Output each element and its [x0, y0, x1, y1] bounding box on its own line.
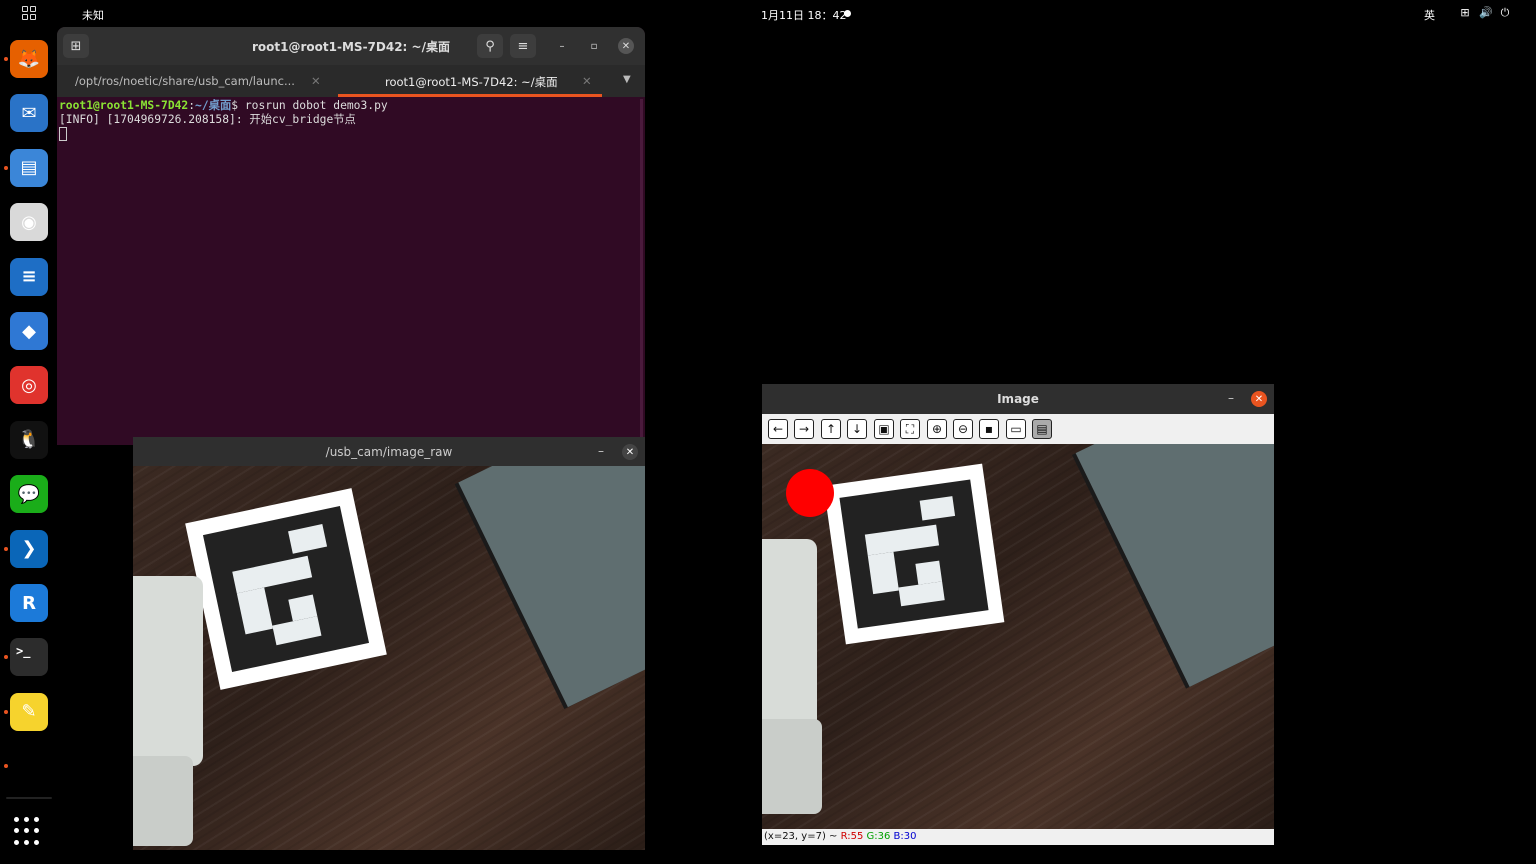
text-cursor [59, 127, 67, 141]
search-icon: ⚲ [485, 38, 495, 54]
close-button[interactable]: ✕ [1251, 391, 1267, 407]
text-editor-icon[interactable]: ✎ [10, 692, 48, 731]
clock[interactable]: 1月11日 18：42 [761, 7, 847, 23]
running-indicator-dot [4, 57, 8, 61]
aruco-marker [185, 488, 387, 690]
zoom-out-icon[interactable]: ⊖ [953, 419, 973, 439]
prompt-end: $ [231, 99, 245, 112]
activities-icon[interactable] [22, 6, 36, 20]
system-tray[interactable]: ⊞ 🔊 ⏻ [1459, 6, 1511, 20]
close-button[interactable]: ✕ [622, 444, 638, 460]
wechat-icon[interactable]: 💬 [10, 475, 48, 514]
tab-label: /opt/ros/noetic/share/usb_cam/launc... [75, 74, 295, 88]
status-green: G:36 [866, 831, 891, 842]
image-window[interactable]: Image – ✕ ← → ↑ ↓ ▣ ⛶ ⊕ ⊖ ▪ ▭ ▤ (x=23, y… [762, 384, 1274, 845]
robot-arm [133, 576, 203, 766]
terminal-scrollbar[interactable] [640, 99, 643, 439]
terminal-output[interactable]: root1@root1-MS-7D42:~/桌面$ rosrun dobot d… [59, 99, 388, 142]
fit-image-icon[interactable]: ▣ [874, 419, 894, 439]
menu-button[interactable]: ≡ [510, 34, 536, 58]
show-applications-icon[interactable] [14, 817, 44, 847]
terminal-header-bar[interactable]: ⊞ root1@root1-MS-7D42: ~/桌面 ⚲ ≡ – ▫ ✕ [57, 27, 645, 65]
thunderbird-icon[interactable]: ✉ [10, 94, 48, 133]
detected-marker-dot [786, 469, 834, 517]
pixel-status-bar: (x=23, y=7) ~ R:55 G:36 B:30 [762, 829, 1274, 845]
notification-dot-icon [844, 10, 851, 17]
window-title: Image [762, 384, 1274, 414]
search-button[interactable]: ⚲ [477, 34, 503, 58]
tab-close-icon[interactable]: ✕ [582, 74, 592, 88]
dock: 🦊 ✉ ▤ ◉ ≡ ◆ ◎ 🐧 💬 ❯ R >_ ✎ [0, 27, 57, 864]
minimize-button[interactable]: – [554, 38, 570, 54]
tab-list-chevron-icon[interactable]: ▼ [623, 74, 631, 85]
status-blue: B:30 [893, 831, 917, 842]
hamburger-menu-icon: ≡ [517, 38, 529, 54]
help-icon[interactable]: ◎ [10, 366, 48, 405]
robot-base [133, 756, 193, 846]
arrow-up-icon[interactable]: ↑ [821, 419, 841, 439]
log-line: [INFO] [1704969726.208158]: 开始cv_bridge节… [59, 113, 356, 126]
running-indicator-dot [4, 655, 8, 660]
status-coords: (x=23, y=7) ~ [764, 831, 841, 842]
volume-icon[interactable]: 🔊 [1479, 6, 1493, 20]
save-icon[interactable]: ▪ [979, 419, 999, 439]
copy-icon[interactable]: ▭ [1006, 419, 1026, 439]
active-tab-indicator [338, 94, 602, 97]
running-indicator-dot [4, 764, 8, 768]
zoom-image-icon[interactable]: ⛶ [900, 419, 920, 439]
rhythmbox-icon[interactable]: ◉ [10, 203, 48, 242]
terminal-tab-bar: /opt/ros/noetic/share/usb_cam/launc... ✕… [57, 65, 645, 97]
minimize-button[interactable]: – [1228, 391, 1234, 405]
qq-icon[interactable]: 🐧 [10, 420, 48, 459]
image-toolbar: ← → ↑ ↓ ▣ ⛶ ⊕ ⊖ ▪ ▭ ▤ [762, 414, 1274, 444]
processed-camera-image[interactable] [762, 444, 1274, 829]
software-icon[interactable]: ◆ [10, 312, 48, 350]
vscode-icon[interactable]: ❯ [10, 529, 48, 568]
dock-separator [6, 797, 52, 799]
terminal-window[interactable]: ⊞ root1@root1-MS-7D42: ~/桌面 ⚲ ≡ – ▫ ✕ /o… [57, 27, 645, 445]
maximize-button[interactable]: ▫ [586, 38, 602, 54]
minimize-button[interactable]: – [598, 444, 604, 458]
tab-close-icon[interactable]: ✕ [311, 74, 321, 88]
files-icon[interactable]: ▤ [10, 148, 48, 187]
prompt-user: root1@root1-MS-7D42 [59, 99, 189, 112]
robot-arm [762, 539, 817, 729]
robot-base [762, 719, 822, 814]
top-bar: 未知 1月11日 18：42 英 ⊞ 🔊 ⏻ [0, 0, 1536, 27]
firefox-icon[interactable]: 🦊 [10, 40, 48, 78]
running-indicator-dot [4, 165, 8, 170]
input-method-indicator[interactable]: 英 [1424, 7, 1435, 23]
terminal-icon[interactable]: >_ [10, 638, 48, 677]
running-indicator-dot [4, 546, 8, 551]
arrow-down-icon[interactable]: ↓ [847, 419, 867, 439]
tab-label: root1@root1-MS-7D42: ~/桌面 [385, 75, 558, 89]
arrow-right-icon[interactable]: → [794, 419, 814, 439]
zoom-in-icon[interactable]: ⊕ [927, 419, 947, 439]
close-button[interactable]: ✕ [618, 38, 634, 54]
running-indicator-dot [4, 709, 8, 714]
camera-image[interactable] [133, 466, 645, 850]
properties-icon[interactable]: ▤ [1032, 419, 1052, 439]
power-icon[interactable]: ⏻ [1499, 6, 1511, 20]
aruco-marker [823, 463, 1005, 645]
status-red: R:55 [840, 831, 864, 842]
tab-usb-cam-launch[interactable]: /opt/ros/noetic/share/usb_cam/launc... ✕ [75, 65, 335, 97]
prompt-path: ~/桌面 [195, 99, 232, 112]
focused-app-name[interactable]: 未知 [82, 7, 104, 23]
window-title: /usb_cam/image_raw [133, 437, 645, 467]
tab-desktop-shell[interactable]: root1@root1-MS-7D42: ~/桌面 ✕ [385, 65, 615, 97]
image-raw-window[interactable]: /usb_cam/image_raw – ✕ [133, 437, 645, 850]
arrow-left-icon[interactable]: ← [768, 419, 788, 439]
command-text: rosrun dobot demo3.py [244, 99, 388, 112]
writer-icon[interactable]: ≡ [10, 257, 48, 296]
realvnc-icon[interactable]: R [10, 584, 48, 622]
network-icon[interactable]: ⊞ [1459, 6, 1471, 20]
